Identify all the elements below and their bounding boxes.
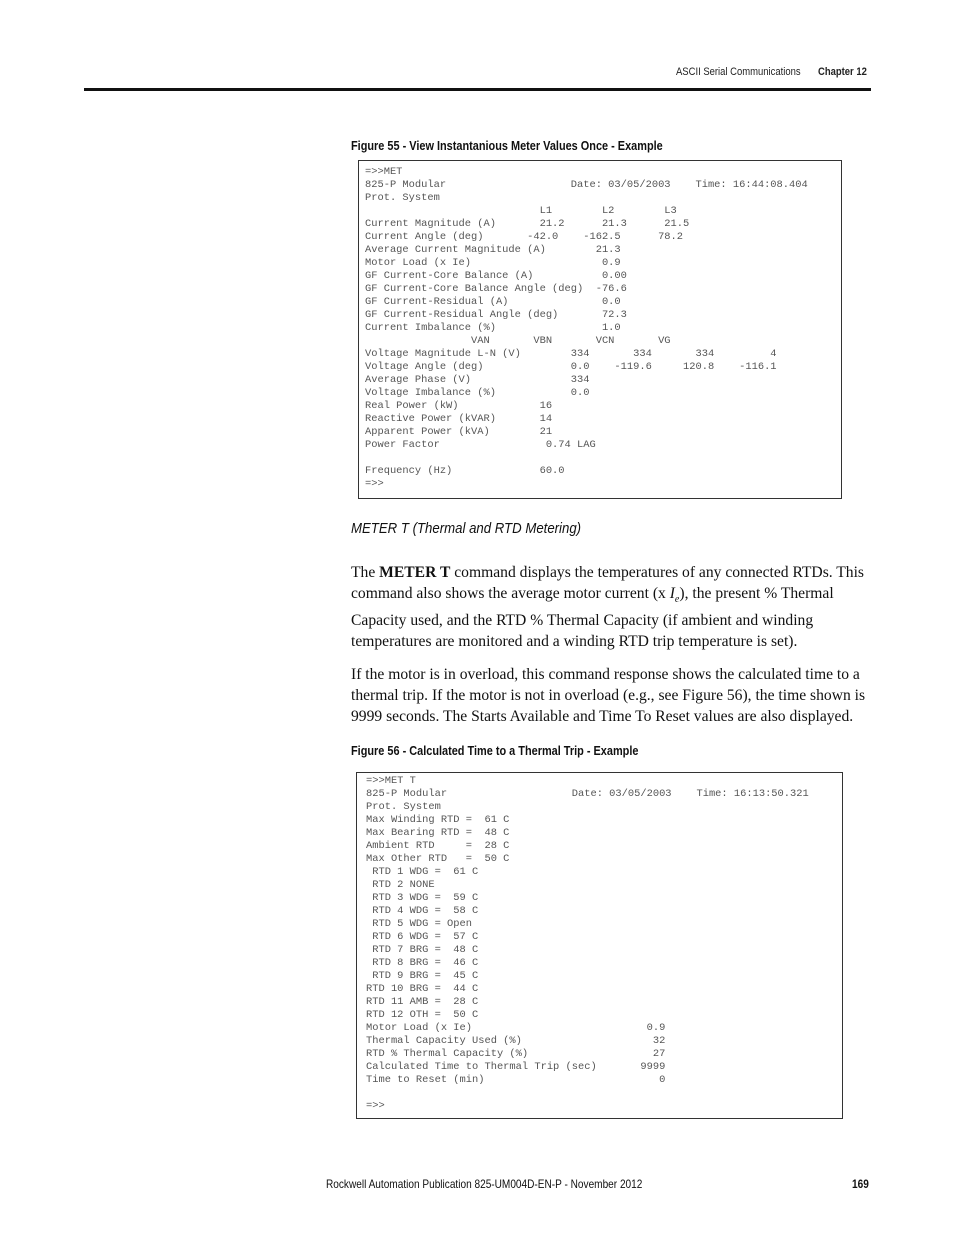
page-number: 169	[852, 1177, 869, 1191]
terminal-line: Apparent Power (kVA) 21	[365, 426, 553, 438]
terminal-line: RTD 10 BRG = 44 C	[366, 983, 479, 995]
terminal-line: VAN VBN VCN VG	[471, 335, 671, 347]
terminal-line: RTD 2 NONE	[372, 879, 435, 891]
terminal-line: Motor Load (x Ie) 0.9	[366, 1022, 666, 1034]
section-title: METER T (Thermal and RTD Metering)	[351, 520, 582, 537]
terminal-line: L1 L2 L3	[539, 205, 677, 217]
terminal-line: Motor Load (x Ie) 0.9	[365, 257, 621, 269]
figure-55-caption: Figure 55 - View Instantanious Meter Val…	[351, 138, 663, 153]
terminal-line: RTD 6 WDG = 57 C	[372, 931, 479, 943]
command-name: METER T	[379, 564, 451, 581]
header-section-title: ASCII Serial Communications	[676, 66, 801, 78]
terminal-line: =>>	[365, 478, 384, 490]
terminal-line: Reactive Power (kVAR) 14	[365, 413, 553, 425]
terminal-line: RTD 8 BRG = 46 C	[372, 957, 479, 969]
terminal-line: GF Current-Residual (A) 0.0	[365, 296, 621, 308]
terminal-line: GF Current-Core Balance (A) 0.00	[365, 270, 627, 282]
terminal-line: Voltage Magnitude L-N (V) 334 334 334 4	[365, 348, 777, 360]
figure-56-terminal-output: =>>MET T 825-P Modular Date: 03/05/2003 …	[356, 772, 843, 1119]
terminal-line: Real Power (kW) 16	[365, 400, 553, 412]
terminal-line: Prot. System	[366, 801, 441, 813]
terminal-line: Current Angle (deg) -42.0 -162.5 78.2	[365, 231, 684, 243]
terminal-line: RTD 9 BRG = 45 C	[372, 970, 479, 982]
paragraph-overload-description: If the motor is in overload, this comman…	[351, 666, 866, 725]
terminal-line: 825-P Modular Date: 03/05/2003 Time: 16:…	[365, 179, 808, 191]
terminal-line: Max Bearing RTD = 48 C	[366, 827, 510, 839]
terminal-text: =>>MET 825-P Modular Date: 03/05/2003 Ti…	[365, 166, 841, 491]
terminal-line: RTD 11 AMB = 28 C	[366, 996, 479, 1008]
terminal-line: Prot. System	[365, 192, 440, 204]
terminal-line: RTD 12 OTH = 50 C	[366, 1009, 479, 1021]
header-rule	[84, 88, 871, 91]
terminal-line: =>>	[366, 1100, 385, 1112]
terminal-line: Voltage Imbalance (%) 0.0	[365, 387, 590, 399]
terminal-text: =>>MET T 825-P Modular Date: 03/05/2003 …	[366, 775, 842, 1113]
terminal-line: Frequency (Hz) 60.0	[365, 465, 565, 477]
figure-56-caption: Figure 56 - Calculated Time to a Thermal…	[351, 743, 639, 758]
para1-text-start: The	[351, 564, 380, 581]
paragraph-meter-t-description: The METER T command displays the tempera…	[351, 562, 881, 652]
terminal-line: GF Current-Residual Angle (deg) 72.3	[365, 309, 627, 321]
footer-publication: Rockwell Automation Publication 825-UM00…	[326, 1177, 643, 1191]
terminal-line: GF Current-Core Balance Angle (deg) -76.…	[365, 283, 627, 295]
terminal-line: Time to Reset (min) 0	[366, 1074, 666, 1086]
terminal-line: Ambient RTD = 28 C	[366, 840, 510, 852]
header-chapter-label: Chapter 12	[818, 66, 867, 78]
terminal-line: Max Other RTD = 50 C	[366, 853, 510, 865]
terminal-line: RTD 3 WDG = 59 C	[372, 892, 479, 904]
terminal-line: Current Imbalance (%) 1.0	[365, 322, 621, 334]
terminal-line: RTD 4 WDG = 58 C	[372, 905, 479, 917]
terminal-line: Thermal Capacity Used (%) 32	[366, 1035, 666, 1047]
terminal-line: Power Factor 0.74 LAG	[365, 439, 596, 451]
terminal-line: Voltage Angle (deg) 0.0 -119.6 120.8 -11…	[365, 361, 777, 373]
terminal-line: RTD % Thermal Capacity (%) 27	[366, 1048, 666, 1060]
terminal-line: Calculated Time to Thermal Trip (sec) 99…	[366, 1061, 666, 1073]
terminal-line: Average Phase (V) 334	[365, 374, 590, 386]
terminal-line: RTD 1 WDG = 61 C	[372, 866, 479, 878]
terminal-line: RTD 7 BRG = 48 C	[372, 944, 479, 956]
terminal-line: 825-P Modular Date: 03/05/2003 Time: 16:…	[366, 788, 809, 800]
terminal-line: =>>MET T	[366, 775, 416, 787]
terminal-line: RTD 5 WDG = Open	[372, 918, 473, 930]
terminal-line: Current Magnitude (A) 21.2 21.3 21.5	[365, 218, 690, 230]
figure-55-terminal-output: =>>MET 825-P Modular Date: 03/05/2003 Ti…	[358, 160, 842, 499]
terminal-line: Average Current Magnitude (A) 21.3	[365, 244, 621, 256]
terminal-line: Max Winding RTD = 61 C	[366, 814, 510, 826]
terminal-line: =>>MET	[365, 166, 403, 178]
